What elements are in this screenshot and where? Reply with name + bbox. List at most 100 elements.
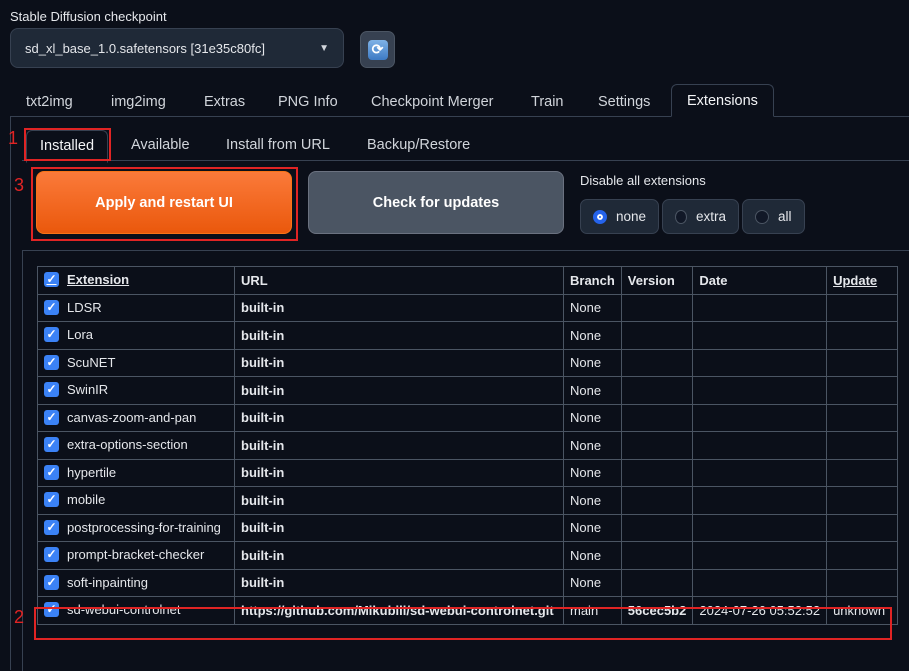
annotation-3: 3 bbox=[14, 175, 25, 195]
tab-install-from-url[interactable]: Install from URL bbox=[226, 130, 330, 160]
chevron-down-icon: ▼ bbox=[319, 42, 329, 54]
header-extension[interactable]: ✓ Extension bbox=[37, 266, 235, 295]
highlight-apply-button bbox=[31, 167, 298, 241]
branch-cell: None bbox=[563, 293, 622, 322]
date-cell bbox=[692, 458, 828, 487]
url-cell: built-in bbox=[234, 541, 564, 570]
tab-txt2img[interactable]: txt2img bbox=[26, 86, 73, 116]
url-cell: built-in bbox=[234, 293, 564, 322]
update-cell bbox=[826, 513, 899, 542]
refresh-checkpoint-button[interactable]: ⟳ bbox=[360, 31, 395, 68]
radio-unselected-icon bbox=[755, 209, 769, 224]
update-cell bbox=[826, 321, 899, 350]
version-cell bbox=[620, 568, 694, 597]
url-cell: built-in bbox=[234, 486, 564, 515]
extension-cell[interactable]: ✓ postprocessing-for-training bbox=[37, 513, 235, 542]
table-row: ✓ SwinIR built-in None bbox=[37, 376, 899, 405]
table-row: ✓ hypertile built-in None bbox=[37, 458, 899, 487]
extension-cell[interactable]: ✓ canvas-zoom-and-pan bbox=[37, 403, 235, 432]
date-cell bbox=[692, 293, 828, 322]
date-cell bbox=[692, 568, 828, 597]
checkbox-checked-icon[interactable]: ✓ bbox=[44, 382, 59, 398]
checkbox-checked-icon[interactable]: ✓ bbox=[44, 437, 59, 453]
extension-name: ScuNET bbox=[67, 354, 116, 370]
version-cell bbox=[620, 376, 694, 405]
tab-train[interactable]: Train bbox=[531, 86, 564, 116]
extensions-sub-tab-bar: Installed Available Install from URL Bac… bbox=[22, 130, 909, 163]
extension-cell[interactable]: ✓ prompt-bracket-checker bbox=[37, 541, 235, 570]
checkbox-checked-icon[interactable]: ✓ bbox=[44, 272, 59, 288]
extension-cell[interactable]: ✓ mobile bbox=[37, 486, 235, 515]
tab-extensions[interactable]: Extensions bbox=[671, 84, 774, 117]
extension-cell[interactable]: ✓ hypertile bbox=[37, 458, 235, 487]
version-cell bbox=[620, 293, 694, 322]
radio-extra[interactable]: extra bbox=[662, 199, 739, 234]
checkbox-checked-icon[interactable]: ✓ bbox=[44, 327, 59, 343]
extension-cell[interactable]: ✓ SwinIR bbox=[37, 376, 235, 405]
checkbox-checked-icon[interactable]: ✓ bbox=[44, 574, 59, 590]
version-cell bbox=[620, 458, 694, 487]
extension-cell[interactable]: ✓ Lora bbox=[37, 321, 235, 350]
branch-cell: None bbox=[563, 348, 622, 377]
version-cell bbox=[620, 431, 694, 460]
extension-cell[interactable]: ✓ ScuNET bbox=[37, 348, 235, 377]
header-update[interactable]: Update bbox=[826, 266, 899, 295]
checkbox-checked-icon[interactable]: ✓ bbox=[44, 299, 59, 315]
version-cell bbox=[620, 348, 694, 377]
annotation-1: 1 bbox=[8, 128, 19, 148]
url-cell: built-in bbox=[234, 568, 564, 597]
tab-extras[interactable]: Extras bbox=[204, 86, 245, 116]
update-cell bbox=[826, 458, 899, 487]
version-cell bbox=[620, 321, 694, 350]
table-row: ✓ prompt-bracket-checker built-in None bbox=[37, 541, 899, 570]
extension-name: LDSR bbox=[67, 299, 102, 315]
checkpoint-value: sd_xl_base_1.0.safetensors [31e35c80fc] bbox=[25, 40, 265, 56]
radio-all[interactable]: all bbox=[742, 199, 805, 234]
extension-name: Lora bbox=[67, 327, 94, 343]
update-cell bbox=[826, 486, 899, 515]
extension-cell[interactable]: ✓ soft-inpainting bbox=[37, 568, 235, 597]
table-row: ✓ LDSR built-in None bbox=[37, 293, 899, 322]
branch-cell: None bbox=[563, 403, 622, 432]
extension-name: postprocessing-for-training bbox=[67, 519, 221, 535]
url-cell: built-in bbox=[234, 458, 564, 487]
extension-name: SwinIR bbox=[67, 382, 109, 398]
tab-backup-restore[interactable]: Backup/Restore bbox=[367, 130, 470, 160]
tab-checkpoint-merger[interactable]: Checkpoint Merger bbox=[371, 86, 494, 116]
checkbox-checked-icon[interactable]: ✓ bbox=[44, 492, 59, 508]
update-cell bbox=[826, 541, 899, 570]
update-cell bbox=[826, 403, 899, 432]
extension-cell[interactable]: ✓ extra-options-section bbox=[37, 431, 235, 460]
tab-settings[interactable]: Settings bbox=[598, 86, 650, 116]
header-date: Date bbox=[692, 266, 828, 295]
table-row: ✓ postprocessing-for-training built-in None bbox=[37, 513, 899, 542]
checkbox-checked-icon[interactable]: ✓ bbox=[44, 547, 59, 563]
branch-cell: None bbox=[563, 541, 622, 570]
check-for-updates-button[interactable]: Check for updates bbox=[308, 171, 564, 234]
checkbox-checked-icon[interactable]: ✓ bbox=[44, 409, 59, 425]
extension-name: prompt-bracket-checker bbox=[67, 547, 205, 563]
date-cell bbox=[692, 513, 828, 542]
tab-available[interactable]: Available bbox=[131, 130, 190, 160]
checkbox-checked-icon[interactable]: ✓ bbox=[44, 354, 59, 370]
checkbox-checked-icon[interactable]: ✓ bbox=[44, 519, 59, 535]
update-cell bbox=[826, 376, 899, 405]
branch-cell: None bbox=[563, 431, 622, 460]
date-cell bbox=[692, 486, 828, 515]
extension-cell[interactable]: ✓ LDSR bbox=[37, 293, 235, 322]
branch-cell: None bbox=[563, 568, 622, 597]
refresh-icon: ⟳ bbox=[367, 39, 388, 60]
version-cell bbox=[620, 541, 694, 570]
header-url: URL bbox=[234, 266, 564, 295]
tab-img2img[interactable]: img2img bbox=[111, 86, 166, 116]
branch-cell: None bbox=[563, 486, 622, 515]
main-tab-bar: txt2img img2img Extras PNG Info Checkpoi… bbox=[10, 84, 909, 117]
checkbox-checked-icon[interactable]: ✓ bbox=[44, 464, 59, 480]
tab-png-info[interactable]: PNG Info bbox=[278, 86, 338, 116]
checkpoint-dropdown[interactable]: sd_xl_base_1.0.safetensors [31e35c80fc] … bbox=[10, 28, 344, 68]
radio-none[interactable]: none bbox=[580, 199, 659, 234]
highlight-installed-tab bbox=[24, 128, 111, 161]
date-cell bbox=[692, 541, 828, 570]
checkpoint-label: Stable Diffusion checkpoint bbox=[10, 9, 167, 24]
header-branch: Branch bbox=[563, 266, 622, 295]
